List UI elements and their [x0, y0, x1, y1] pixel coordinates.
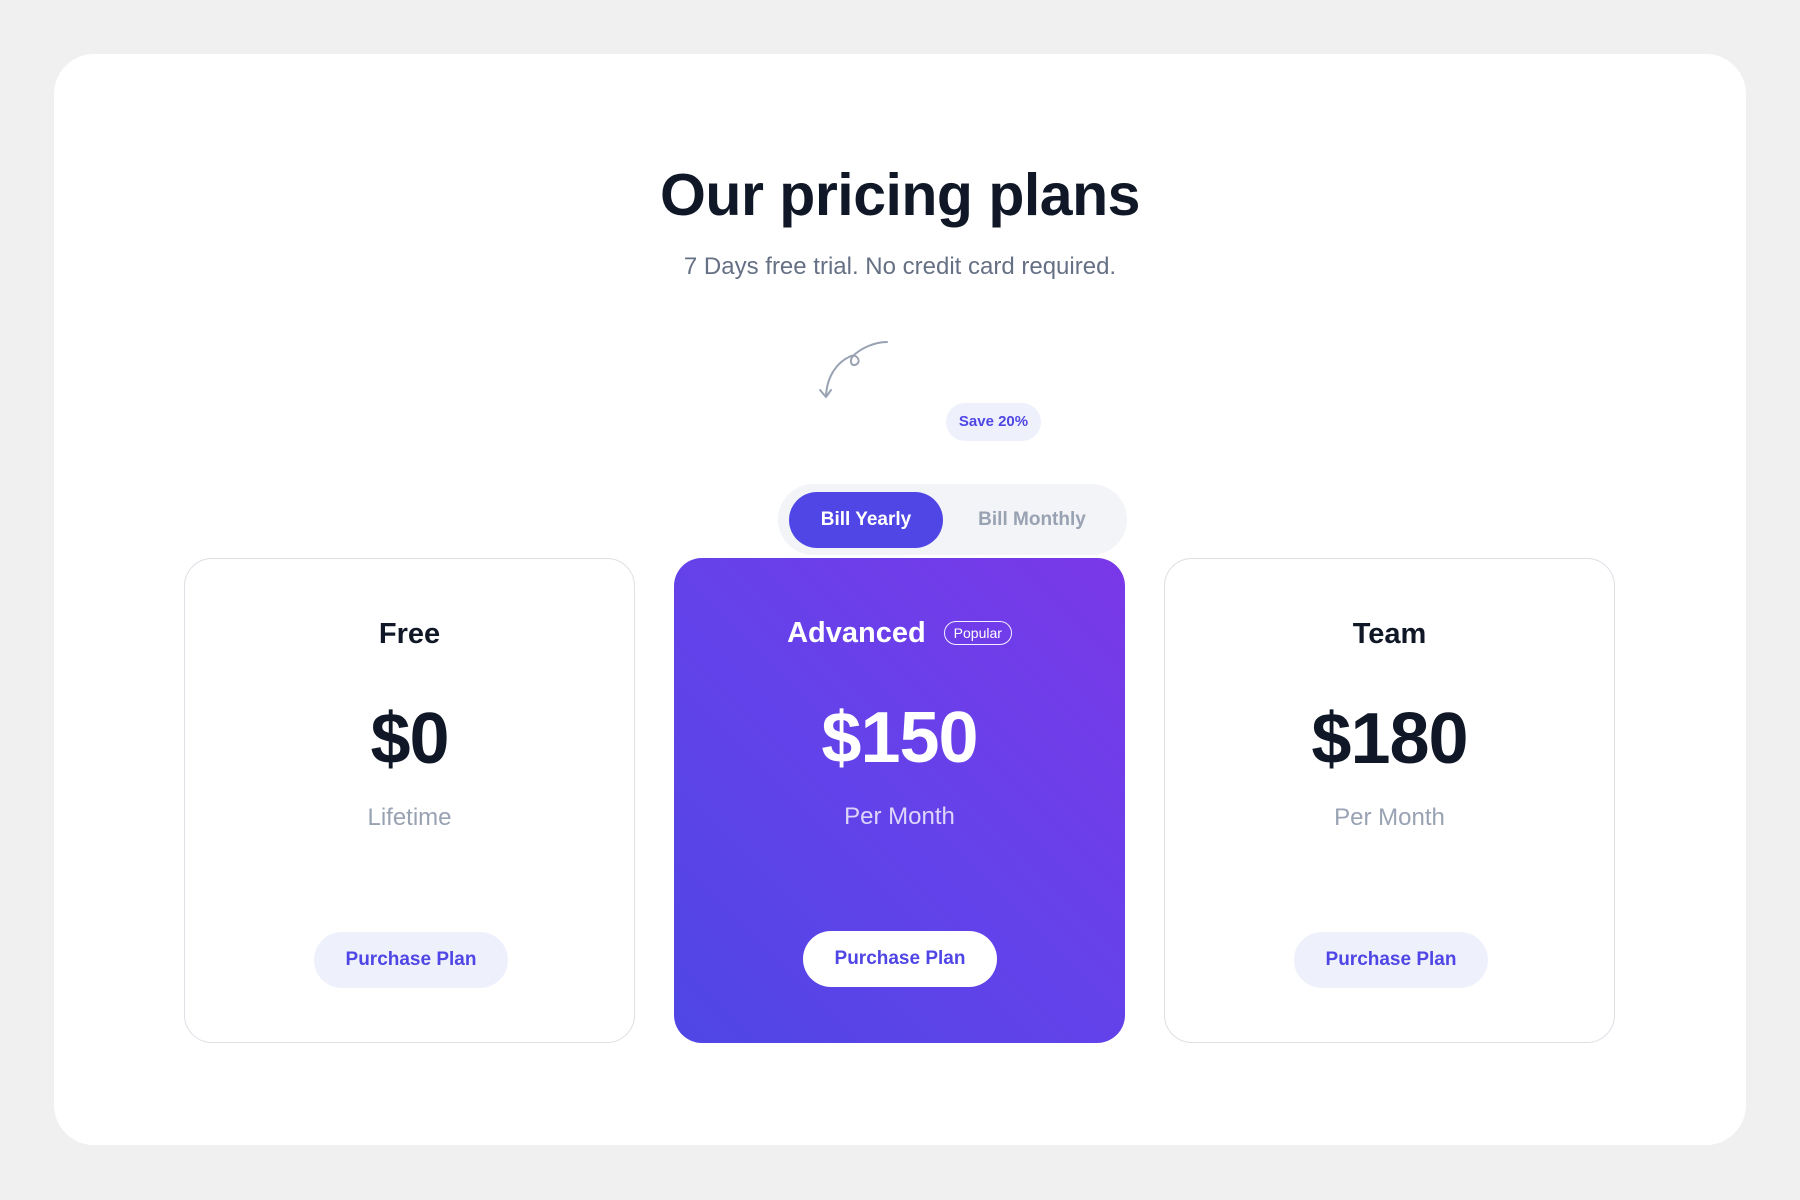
plan-period: Per Month: [1334, 804, 1445, 831]
plan-card-team: Team $180 Per Month Purchase Plan: [1164, 558, 1615, 1043]
popular-badge: Popular: [943, 621, 1012, 645]
page-title: Our pricing plans: [660, 162, 1140, 228]
plan-card-free: Free $0 Lifetime Purchase Plan: [184, 558, 635, 1043]
plan-period: Lifetime: [367, 804, 452, 831]
plan-header: Advanced Popular: [674, 613, 1125, 653]
plan-header: Free: [185, 614, 634, 654]
plan-price: $0: [370, 699, 449, 779]
page-subtitle: 7 Days free trial. No credit card requir…: [683, 253, 1117, 280]
plan-name: Free: [378, 618, 441, 650]
save-badge: Save 20%: [946, 403, 1041, 441]
plan-name: Advanced: [787, 617, 926, 649]
plan-price: $180: [1311, 699, 1468, 779]
plan-name: Team: [1352, 618, 1427, 650]
purchase-plan-button[interactable]: Purchase Plan: [803, 931, 997, 987]
plan-period: Per Month: [844, 803, 955, 830]
curved-arrow-icon: [819, 341, 888, 398]
plan-price: $150: [821, 698, 978, 778]
billing-toggle: Bill Yearly Bill Monthly: [778, 484, 1127, 555]
bill-monthly-button[interactable]: Bill Monthly: [948, 492, 1116, 548]
purchase-plan-button[interactable]: Purchase Plan: [314, 932, 508, 988]
purchase-plan-button[interactable]: Purchase Plan: [1294, 932, 1488, 988]
plan-card-advanced: Advanced Popular $150 Per Month Purchase …: [674, 558, 1125, 1043]
plan-header: Team: [1165, 614, 1614, 654]
bill-yearly-button[interactable]: Bill Yearly: [789, 492, 943, 548]
